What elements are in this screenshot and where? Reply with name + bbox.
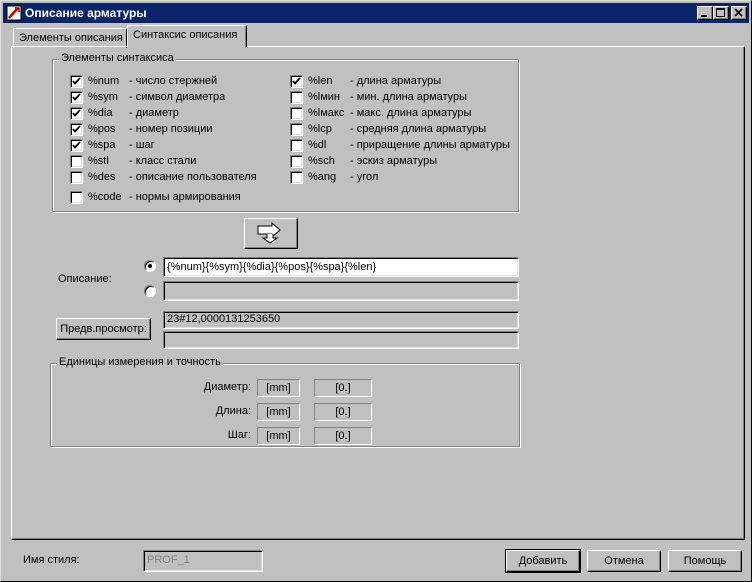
radio-selected-dot xyxy=(148,264,152,268)
checkmark-icon xyxy=(72,141,81,149)
syntax-code: %num xyxy=(88,75,120,87)
checkbox-lcp[interactable] xyxy=(290,123,303,136)
syntax-code: %sch xyxy=(308,155,335,167)
checkbox-lмакс[interactable] xyxy=(290,107,303,120)
syntax-description: - макс. длина арматуры xyxy=(350,107,472,119)
syntax-code: %des xyxy=(88,171,116,183)
syntax-code: %len xyxy=(308,75,333,87)
syntax-description: - класс стали xyxy=(129,155,197,167)
syntax-code: %dl xyxy=(308,139,327,151)
checkbox-num[interactable] xyxy=(70,75,83,88)
tab-label: Элементы описания xyxy=(19,32,123,44)
preview-output-1: 23#12,0000131253650 xyxy=(163,311,519,329)
description-radio-1[interactable] xyxy=(144,260,156,272)
syntax-code: %sym xyxy=(88,91,118,103)
syntax-code: %lcp xyxy=(308,123,332,135)
description-label: Описание: xyxy=(58,273,112,285)
tab-description-syntax[interactable]: Синтаксис описания xyxy=(127,25,247,47)
checkbox-pos[interactable] xyxy=(70,123,83,136)
maximize-icon xyxy=(716,8,725,17)
description-input-2[interactable] xyxy=(163,281,519,301)
checkbox-dl[interactable] xyxy=(290,139,303,152)
window-title: Описание арматуры xyxy=(25,6,147,20)
units-unit-field[interactable]: [mm] xyxy=(257,379,300,397)
help-button-label: Помощь xyxy=(683,555,727,567)
syntax-description: - описание пользователя xyxy=(129,171,257,183)
syntax-description: - номер позиции xyxy=(129,123,213,135)
syntax-description: - символ диаметра xyxy=(129,91,226,103)
syntax-description: - шаг xyxy=(129,139,155,151)
checkbox-spa[interactable] xyxy=(70,139,83,152)
description-radio-2[interactable] xyxy=(144,285,156,297)
syntax-elements-group: Элементы синтаксиса xyxy=(52,52,519,212)
maximize-button[interactable] xyxy=(713,6,729,20)
units-row-label: Длина: xyxy=(215,405,251,417)
syntax-code: %stl xyxy=(88,155,109,167)
minimize-button[interactable] xyxy=(697,6,713,20)
syntax-code: %lмин xyxy=(308,91,341,103)
checkbox-dia[interactable] xyxy=(70,107,83,120)
title-bar[interactable]: Описание арматуры xyxy=(3,3,749,23)
units-precision-field[interactable]: [0.] xyxy=(314,379,372,397)
checkbox-des[interactable] xyxy=(70,171,83,184)
description-input-1[interactable]: {%num}{%sym}{%dia}{%pos}{%spa}{%len} xyxy=(163,257,519,277)
minimize-icon xyxy=(701,15,707,17)
style-name-label: Имя стиля: xyxy=(23,554,80,566)
units-unit-field[interactable]: [mm] xyxy=(257,403,300,421)
checkbox-sym[interactable] xyxy=(70,91,83,104)
syntax-code: %pos xyxy=(88,123,116,135)
syntax-description: - угол xyxy=(350,171,379,183)
tab-description-elements[interactable]: Элементы описания xyxy=(13,28,127,48)
dialog-window: Описание арматуры Элементы описания Синт… xyxy=(0,0,752,582)
insert-arrow-icon xyxy=(257,221,281,244)
syntax-description: - мин. длина арматуры xyxy=(350,91,468,103)
syntax-description: - приращение длины арматуры xyxy=(350,139,510,151)
style-name-input[interactable]: PROF_1 xyxy=(143,550,263,572)
units-group-label: Единицы измерения и точность xyxy=(57,356,223,368)
preview-output-2 xyxy=(163,331,519,349)
add-button[interactable]: Добавить xyxy=(505,549,581,573)
checkbox-stl[interactable] xyxy=(70,155,83,168)
units-row-label: Диаметр: xyxy=(203,381,251,393)
syntax-code: %lмакс xyxy=(308,107,345,119)
syntax-code: %code xyxy=(88,191,122,203)
syntax-code: %spa xyxy=(88,139,116,151)
syntax-description: - нормы армирования xyxy=(129,191,241,203)
checkmark-icon xyxy=(72,77,81,85)
units-precision-field[interactable]: [0.] xyxy=(314,403,372,421)
help-button[interactable]: Помощь xyxy=(668,550,742,572)
checkbox-len[interactable] xyxy=(290,75,303,88)
syntax-group-label: Элементы синтаксиса xyxy=(59,52,176,64)
app-icon xyxy=(6,5,22,21)
syntax-description: - средняя длина арматуры xyxy=(350,123,487,135)
close-icon xyxy=(734,8,743,17)
units-unit-field[interactable]: [mm] xyxy=(257,427,300,445)
units-precision-field[interactable]: [0.] xyxy=(314,427,372,445)
checkbox-sch[interactable] xyxy=(290,155,303,168)
cancel-button-label: Отмена xyxy=(604,555,644,567)
tab-label: Синтаксис описания xyxy=(133,29,238,41)
insert-button[interactable] xyxy=(244,218,298,249)
syntax-description: - число стержней xyxy=(129,75,218,87)
add-button-label: Добавить xyxy=(518,555,568,567)
checkmark-icon xyxy=(72,125,81,133)
preview-button-label: Предв.просмотр: xyxy=(60,323,147,335)
checkmark-icon xyxy=(72,109,81,117)
cancel-button[interactable]: Отмена xyxy=(587,550,661,572)
checkmark-icon xyxy=(292,77,301,85)
syntax-code: %dia xyxy=(88,107,113,119)
syntax-description: - диаметр xyxy=(129,107,179,119)
syntax-description: - длина арматуры xyxy=(350,75,442,87)
units-row-label: Шаг: xyxy=(227,429,251,441)
syntax-code: %ang xyxy=(308,171,337,183)
checkmark-icon xyxy=(72,93,81,101)
syntax-description: - эскиз арматуры xyxy=(350,155,438,167)
preview-button[interactable]: Предв.просмотр: xyxy=(56,318,151,340)
checkbox-code[interactable] xyxy=(70,191,83,204)
checkbox-ang[interactable] xyxy=(290,171,303,184)
close-button[interactable] xyxy=(731,6,747,20)
checkbox-lмин[interactable] xyxy=(290,91,303,104)
